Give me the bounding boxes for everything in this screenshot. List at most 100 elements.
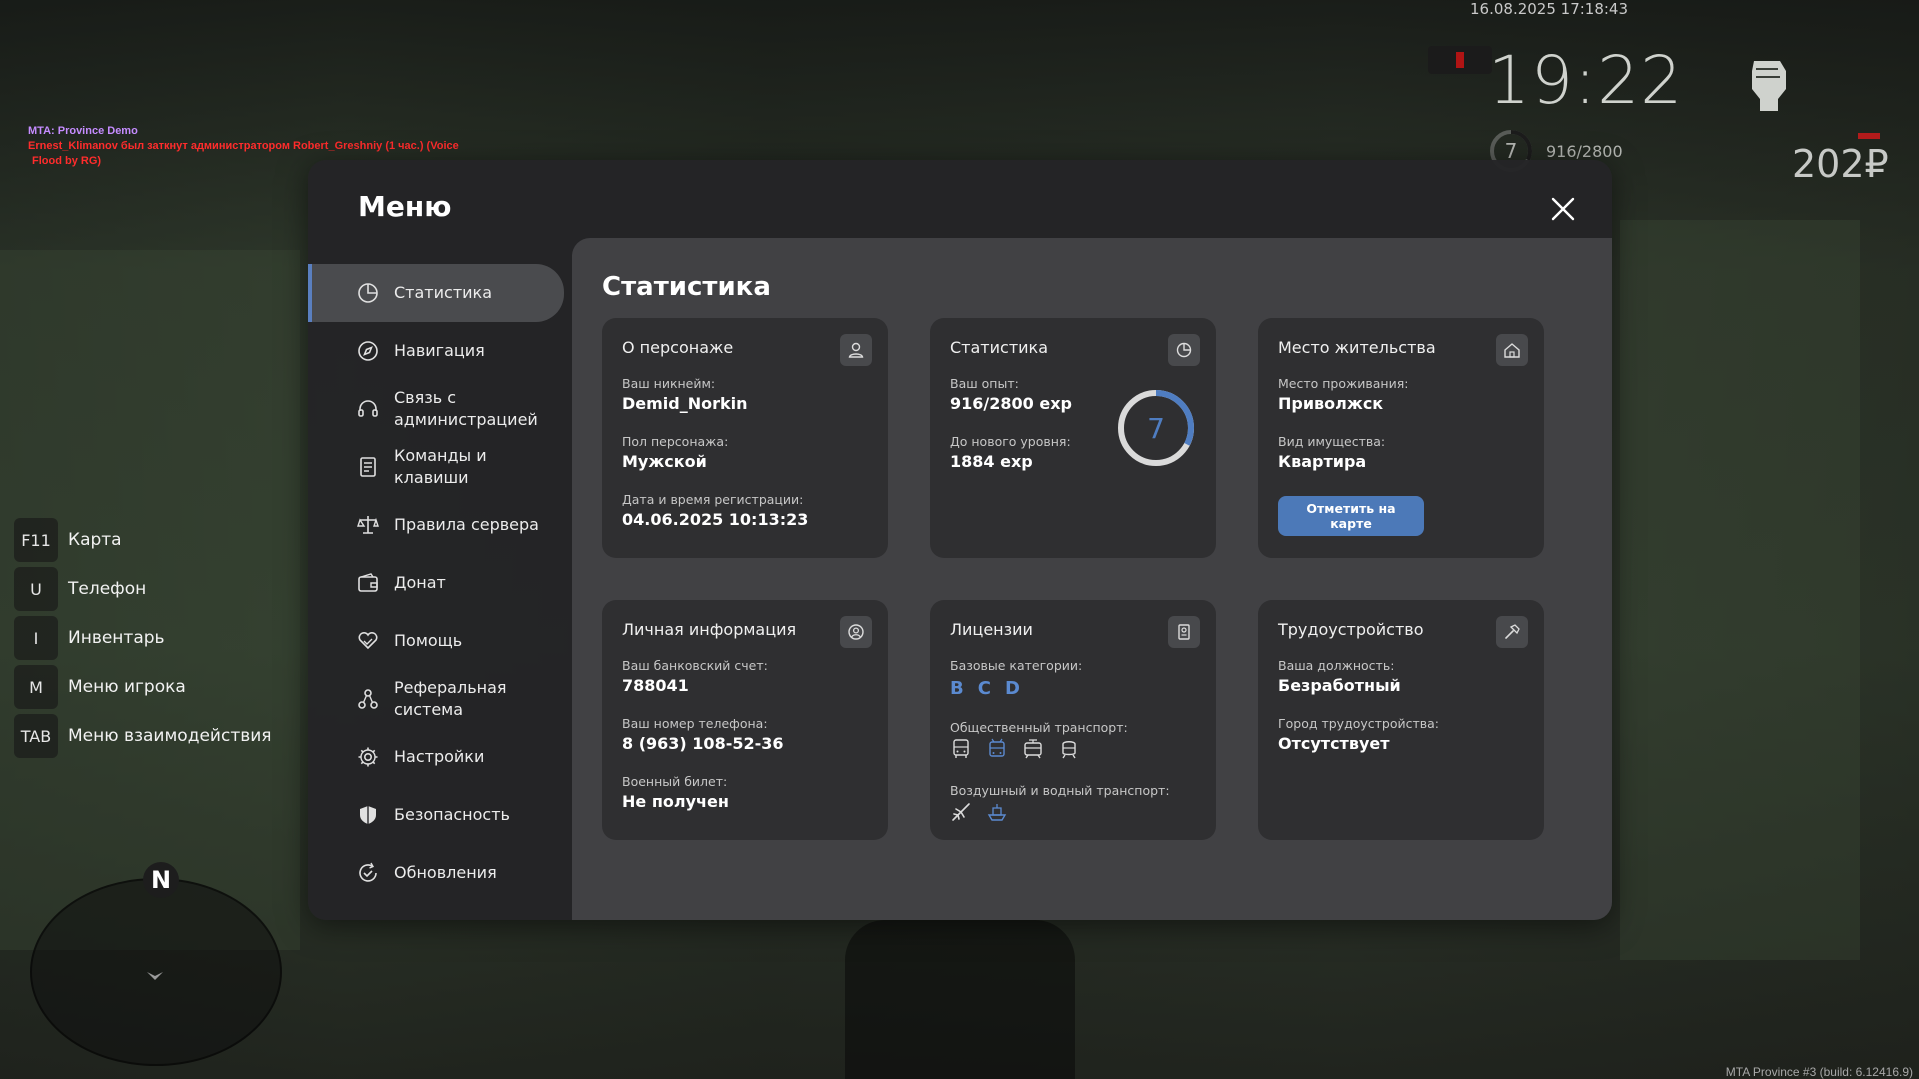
hotkey-map[interactable]: F11 Карта <box>14 518 272 562</box>
sidebar-item-label: Помощь <box>394 631 463 650</box>
content-title: Статистика <box>602 272 771 302</box>
sidebar-item-security[interactable]: Безопасность <box>308 786 564 844</box>
chat-line: MTA: Province Demo <box>28 125 138 137</box>
hud-money: 202₽ <box>1792 142 1889 186</box>
content-panel: Статистика О персонаже Ваш никнейм: Demi… <box>572 238 1612 920</box>
field-label: Ваш опыт: <box>950 376 1019 391</box>
hud-indicator <box>1428 46 1492 74</box>
bus-icon <box>953 739 969 758</box>
employment-city-value: Отсутствует <box>1278 734 1390 753</box>
tram-icon <box>1024 739 1042 759</box>
license-icon <box>1178 624 1190 640</box>
card-icon-box <box>840 616 872 648</box>
house-icon <box>1504 343 1520 358</box>
refresh-check-icon <box>359 862 377 882</box>
sidebar-item-label: Обновления <box>394 863 497 882</box>
hud-time: 19:22 <box>1488 42 1684 119</box>
close-icon[interactable] <box>1548 194 1578 224</box>
hotkey-player-menu[interactable]: M Меню игрока <box>14 665 272 709</box>
exp-value: 916/2800 exp <box>950 394 1072 413</box>
card-icon-box <box>1168 334 1200 366</box>
sidebar-item-label: Безопасность <box>394 805 510 824</box>
public-transport-icons <box>950 738 1080 760</box>
user-icon <box>848 342 864 358</box>
field-label: Ваш никнейм: <box>622 376 716 391</box>
gear-icon <box>358 747 378 767</box>
card-residence: Место жительства Место проживания: Приво… <box>1258 318 1544 558</box>
player-marker-icon <box>147 972 163 980</box>
sidebar-item-rules[interactable]: Правила сервера <box>308 496 564 554</box>
card-icon-box <box>840 334 872 366</box>
hotkey-interaction-menu[interactable]: TAB Меню взаимодействия <box>14 714 272 758</box>
field-label: Ваш номер телефона: <box>622 716 768 731</box>
hotkey-key: F11 <box>14 518 58 562</box>
sidebar-nav: Статистика Навигация Связь с администрац… <box>308 264 564 902</box>
sidebar-item-label: Связь с администрацией <box>394 388 538 429</box>
card-icon-box <box>1168 616 1200 648</box>
field-label: Ваш банковский счет: <box>622 658 768 673</box>
sidebar-item-admin-contact[interactable]: Связь с администрацией <box>308 380 564 438</box>
pie-chart-icon <box>1176 342 1192 358</box>
background-wall-right <box>1620 220 1860 960</box>
sidebar-item-help[interactable]: Помощь <box>308 612 564 670</box>
next-level-value: 1884 exp <box>950 452 1033 471</box>
phone-value: 8 (963) 108-52-36 <box>622 734 784 753</box>
field-label: Воздушный и водный транспорт: <box>950 783 1170 798</box>
level-progress-ring: 7 <box>1118 390 1194 466</box>
user-circle-icon <box>848 624 864 640</box>
hotkey-label: Телефон <box>68 579 147 599</box>
menu-title: Меню <box>358 190 452 223</box>
military-id-value: Не получен <box>622 792 729 811</box>
sidebar-item-label: Настройки <box>394 747 485 766</box>
sidebar-item-commands[interactable]: Команды и клавиши <box>308 438 564 496</box>
scales-icon <box>357 516 379 534</box>
hud-health-bar <box>1858 133 1880 139</box>
document-icon <box>360 457 376 477</box>
background-figure <box>845 920 1075 1079</box>
sidebar-item-label: Донат <box>394 573 446 592</box>
hotkey-key: M <box>14 665 58 709</box>
mark-on-map-button[interactable]: Отметить на карте <box>1278 496 1424 536</box>
card-icon-box <box>1496 334 1528 366</box>
card-title: Статистика <box>950 338 1048 357</box>
license-category: C <box>977 678 991 699</box>
hotkey-label: Инвентарь <box>68 628 165 648</box>
sidebar-item-navigation[interactable]: Навигация <box>308 322 564 380</box>
gender-value: Мужской <box>622 452 707 471</box>
card-title: Трудоустройство <box>1278 620 1424 639</box>
hud-exp: 916/2800 <box>1546 142 1623 161</box>
sidebar-item-settings[interactable]: Настройки <box>308 728 564 786</box>
hotkey-inventory[interactable]: I Инвентарь <box>14 616 272 660</box>
train-icon <box>1062 741 1076 759</box>
hud-date: 16.08.2025 17:18:43 <box>1470 0 1629 18</box>
sidebar-item-referral[interactable]: Реферальная система <box>308 670 564 728</box>
card-title: Место жительства <box>1278 338 1436 357</box>
card-character: О персонаже Ваш никнейм: Demid_Norkin По… <box>602 318 888 558</box>
sidebar-item-donate[interactable]: Донат <box>308 554 564 612</box>
build-watermark: MTA Province #3 (build: 6.12416.9) <box>1725 1065 1913 1079</box>
sidebar-item-label: Навигация <box>394 341 485 360</box>
field-label: Общественный транспорт: <box>950 720 1128 735</box>
hammer-icon <box>1505 624 1520 639</box>
airplane-icon <box>952 803 970 821</box>
field-label: До нового уровня: <box>950 434 1071 449</box>
wallet-icon <box>358 573 378 592</box>
trolleybus-icon <box>989 738 1005 757</box>
card-employment: Трудоустройство Ваша должность: Безработ… <box>1258 600 1544 840</box>
bank-account-value: 788041 <box>622 676 689 695</box>
heart-hands-icon <box>358 631 378 650</box>
boat-icon <box>987 804 1007 821</box>
hotkey-key: I <box>14 616 58 660</box>
fist-icon <box>1752 61 1786 111</box>
license-category: D <box>1004 678 1020 699</box>
sidebar-item-updates[interactable]: Обновления <box>308 844 564 902</box>
compass-icon <box>358 341 378 361</box>
referral-icon <box>358 689 378 709</box>
sidebar-item-statistics[interactable]: Статистика <box>308 264 564 322</box>
hotkey-phone[interactable]: U Телефон <box>14 567 272 611</box>
license-categories: B C D <box>950 678 1020 699</box>
field-label: Место проживания: <box>1278 376 1409 391</box>
hotkey-key: U <box>14 567 58 611</box>
card-icon-box <box>1496 616 1528 648</box>
minimap-north: N <box>143 862 179 898</box>
